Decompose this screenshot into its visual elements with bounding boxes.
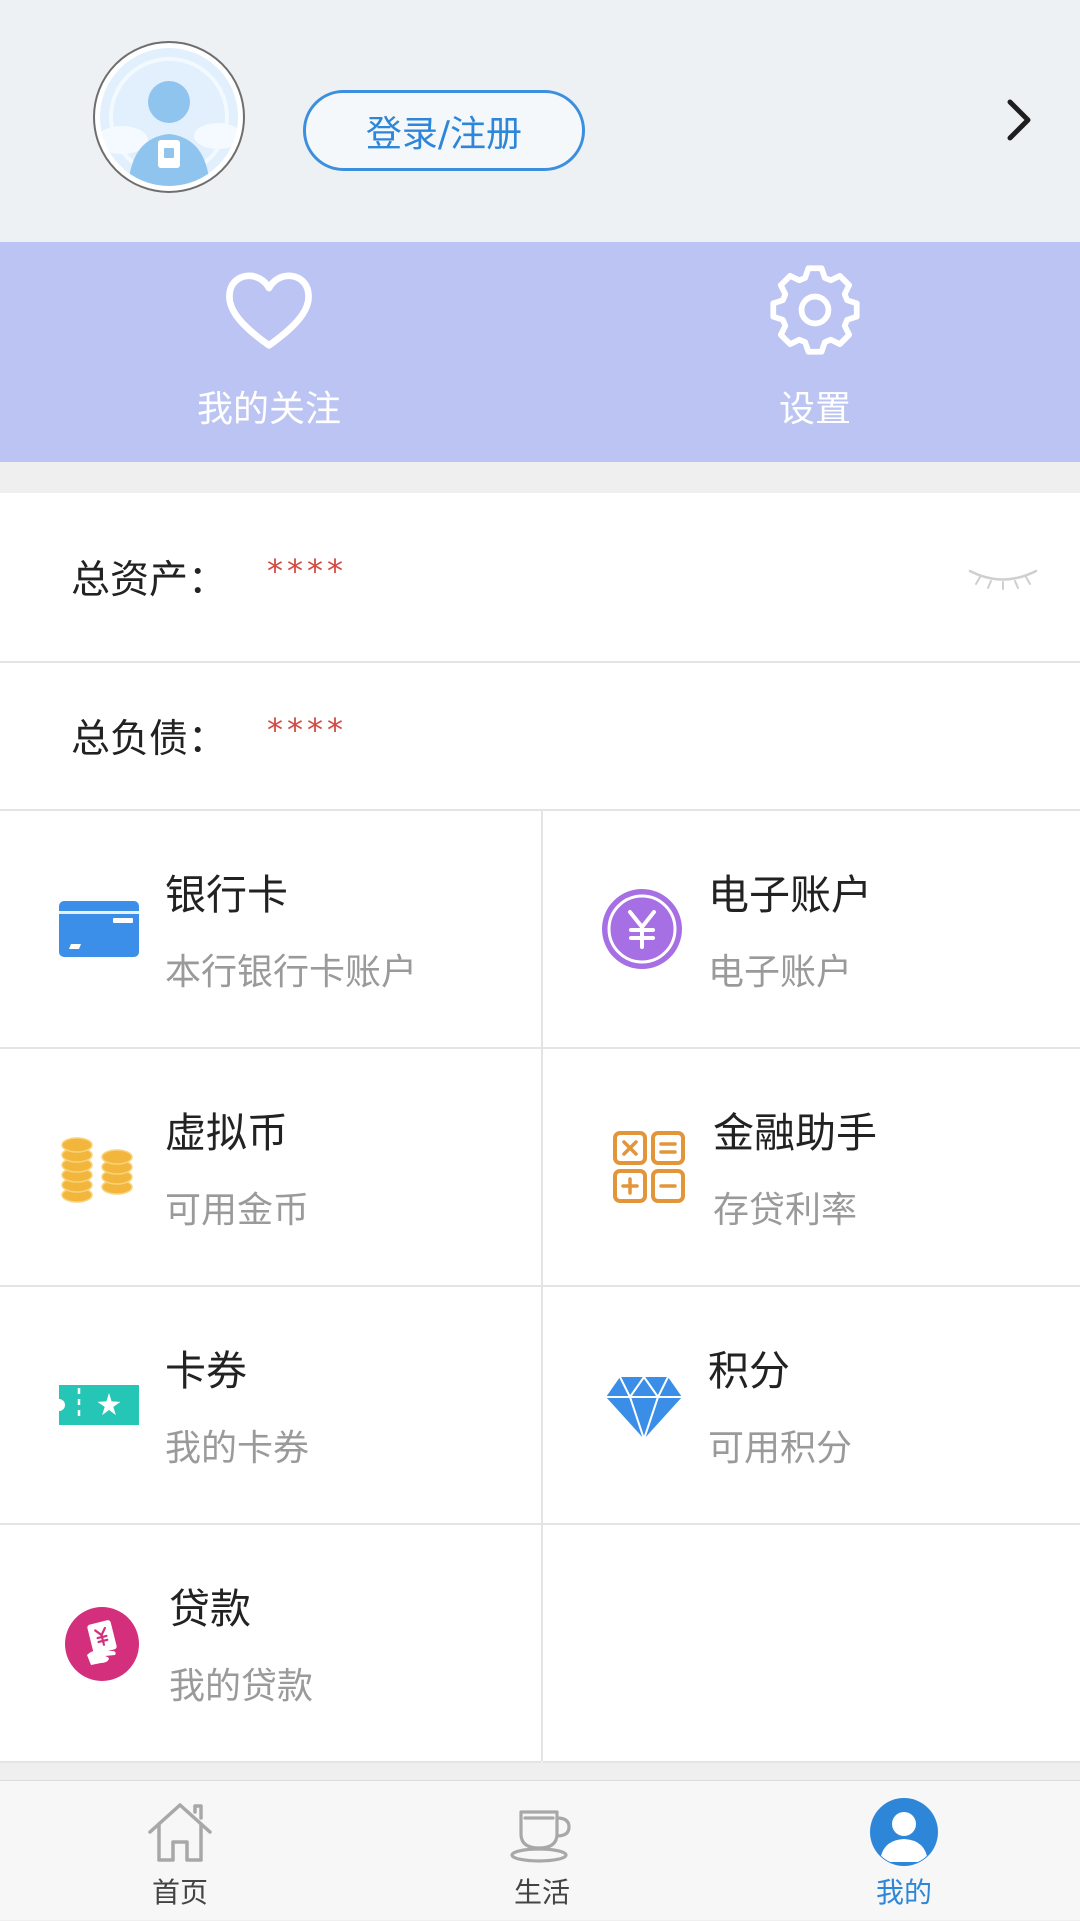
tile-subtitle: 存贷利率 xyxy=(713,1190,858,1231)
loans-tile[interactable]: 贷款 我的贷款 xyxy=(0,1525,541,1763)
tile-title: 电子账户 xyxy=(708,871,872,919)
diamond-icon xyxy=(606,1376,682,1440)
total-liabilities-row: 总负债： **** xyxy=(0,663,1080,811)
total-assets-label: 总资产： xyxy=(71,558,228,603)
account-feature-grid: 银行卡 本行银行卡账户 电子账户 电子账户 虚拟币 可用金币 金融助手 存贷利率… xyxy=(0,811,1080,1763)
settings-button[interactable]: 设置 xyxy=(665,262,965,452)
points-tile[interactable]: 积分 可用积分 xyxy=(543,1287,1080,1525)
my-follows-label: 我的关注 xyxy=(196,389,341,430)
tab-home[interactable]: 首页 xyxy=(60,1781,300,1921)
total-liabilities-label: 总负债： xyxy=(71,717,228,762)
yuan-coin-icon xyxy=(602,889,682,969)
gear-icon xyxy=(767,262,863,358)
home-icon xyxy=(142,1795,218,1869)
total-liabilities-value: **** xyxy=(267,711,347,749)
bank-card-tile[interactable]: 银行卡 本行银行卡账户 xyxy=(0,811,541,1049)
my-follows-button[interactable]: 我的关注 xyxy=(119,262,419,452)
loan-icon xyxy=(65,1607,139,1681)
tab-life-label: 生活 xyxy=(513,1876,570,1909)
tile-subtitle: 可用积分 xyxy=(708,1428,853,1469)
tile-subtitle: 电子账户 xyxy=(708,952,853,993)
empty-tile xyxy=(543,1525,1080,1763)
tile-title: 虚拟币 xyxy=(165,1109,288,1157)
coupons-tile[interactable]: 卡券 我的卡券 xyxy=(0,1287,541,1525)
avatar[interactable] xyxy=(92,40,246,194)
assets-summary: 总资产： **** 总负债： **** xyxy=(0,493,1080,811)
tab-home-label: 首页 xyxy=(151,1876,208,1909)
tile-title: 银行卡 xyxy=(165,871,288,919)
total-assets-value: **** xyxy=(267,552,347,590)
coins-icon xyxy=(61,1137,133,1203)
tab-mine[interactable]: 我的 xyxy=(784,1781,1024,1921)
bank-card-icon xyxy=(59,901,139,957)
tile-subtitle: 可用金币 xyxy=(165,1190,310,1231)
grid-divider xyxy=(541,811,543,1761)
tab-life[interactable]: 生活 xyxy=(422,1781,662,1921)
settings-label: 设置 xyxy=(778,389,851,430)
calculator-icon xyxy=(613,1131,685,1203)
tile-title: 金融助手 xyxy=(713,1109,877,1157)
heart-icon xyxy=(221,262,317,358)
tile-title: 贷款 xyxy=(169,1585,251,1633)
user-icon xyxy=(866,1795,942,1869)
total-assets-row: 总资产： **** xyxy=(0,493,1080,663)
tile-title: 卡券 xyxy=(165,1347,247,1395)
tab-mine-label: 我的 xyxy=(875,1876,932,1909)
eye-closed-icon[interactable] xyxy=(966,562,1040,592)
coffee-cup-icon xyxy=(504,1795,580,1869)
chevron-right-icon[interactable] xyxy=(1004,96,1034,144)
quick-actions-banner: 我的关注 设置 xyxy=(0,242,1080,462)
e-account-tile[interactable]: 电子账户 电子账户 xyxy=(543,811,1080,1049)
tile-title: 积分 xyxy=(708,1347,790,1395)
virtual-coin-tile[interactable]: 虚拟币 可用金币 xyxy=(0,1049,541,1287)
ticket-icon xyxy=(59,1385,139,1425)
login-register-button[interactable]: 登录/注册 xyxy=(303,90,585,171)
finance-assistant-tile[interactable]: 金融助手 存贷利率 xyxy=(543,1049,1080,1287)
profile-header[interactable]: 登录/注册 xyxy=(0,0,1080,242)
tile-subtitle: 我的卡券 xyxy=(165,1428,310,1469)
tile-subtitle: 本行银行卡账户 xyxy=(165,952,418,993)
tile-subtitle: 我的贷款 xyxy=(169,1666,314,1707)
bottom-tab-bar: 首页 生活 我的 xyxy=(0,1780,1080,1920)
